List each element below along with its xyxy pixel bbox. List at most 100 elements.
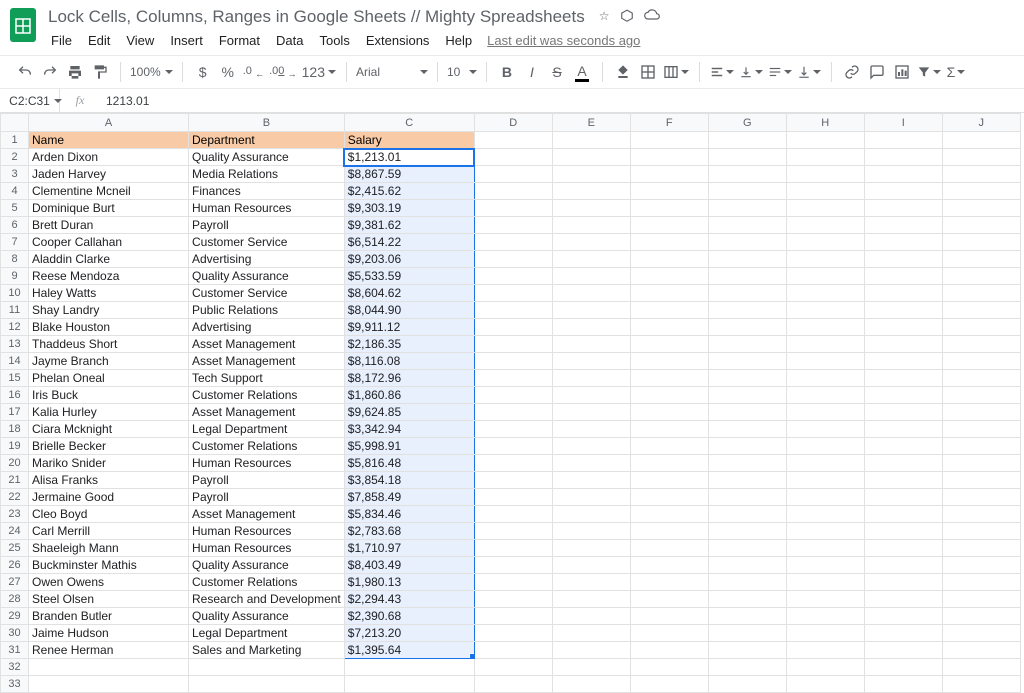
cell-D14[interactable] [474, 353, 552, 370]
cell-A29[interactable]: Branden Butler [29, 608, 189, 625]
cell-B31[interactable]: Sales and Marketing [189, 642, 345, 659]
cell-H13[interactable] [786, 336, 864, 353]
cell-F8[interactable] [630, 251, 708, 268]
cell-E21[interactable] [552, 472, 630, 489]
cell-H29[interactable] [786, 608, 864, 625]
cell-H5[interactable] [786, 200, 864, 217]
cell-I28[interactable] [864, 591, 942, 608]
cell-C21[interactable]: $3,854.18 [344, 472, 474, 489]
cell-B15[interactable]: Tech Support [189, 370, 345, 387]
increase-decimal-button[interactable]: .00 → [267, 60, 299, 84]
cell-D33[interactable] [474, 676, 552, 693]
formula-input[interactable]: 1213.01 [100, 94, 1024, 108]
cell-I10[interactable] [864, 285, 942, 302]
cell-H8[interactable] [786, 251, 864, 268]
cell-B29[interactable]: Quality Assurance [189, 608, 345, 625]
cell-D16[interactable] [474, 387, 552, 404]
row-header-10[interactable]: 10 [1, 285, 29, 302]
cell-F29[interactable] [630, 608, 708, 625]
cell-B33[interactable] [189, 676, 345, 693]
cell-C32[interactable] [344, 659, 474, 676]
cell-A9[interactable]: Reese Mendoza [29, 268, 189, 285]
borders-button[interactable] [636, 60, 660, 84]
row-header-6[interactable]: 6 [1, 217, 29, 234]
cell-B2[interactable]: Quality Assurance [189, 149, 345, 166]
cell-G29[interactable] [708, 608, 786, 625]
cell-B24[interactable]: Human Resources [189, 523, 345, 540]
cell-B16[interactable]: Customer Relations [189, 387, 345, 404]
cell-C31[interactable]: $1,395.64 [344, 642, 474, 659]
cell-D10[interactable] [474, 285, 552, 302]
spreadsheet-grid[interactable]: ABCDEFGHIJ1NameDepartmentSalary2Arden Di… [0, 113, 1024, 693]
cell-C8[interactable]: $9,203.06 [344, 251, 474, 268]
cell-E28[interactable] [552, 591, 630, 608]
cell-I19[interactable] [864, 438, 942, 455]
cell-F28[interactable] [630, 591, 708, 608]
cell-I30[interactable] [864, 625, 942, 642]
cell-D9[interactable] [474, 268, 552, 285]
horizontal-align-button[interactable] [708, 60, 736, 84]
cell-H22[interactable] [786, 489, 864, 506]
cell-B10[interactable]: Customer Service [189, 285, 345, 302]
cell-J2[interactable] [942, 149, 1020, 166]
cell-F33[interactable] [630, 676, 708, 693]
cell-A19[interactable]: Brielle Becker [29, 438, 189, 455]
cell-B11[interactable]: Public Relations [189, 302, 345, 319]
cell-J27[interactable] [942, 574, 1020, 591]
cell-A3[interactable]: Jaden Harvey [29, 166, 189, 183]
cell-J18[interactable] [942, 421, 1020, 438]
cell-J6[interactable] [942, 217, 1020, 234]
cell-D30[interactable] [474, 625, 552, 642]
cell-J29[interactable] [942, 608, 1020, 625]
cell-A13[interactable]: Thaddeus Short [29, 336, 189, 353]
text-rotation-button[interactable] [795, 60, 823, 84]
sheets-logo[interactable] [10, 8, 36, 42]
cell-C33[interactable] [344, 676, 474, 693]
cell-A12[interactable]: Blake Houston [29, 319, 189, 336]
cell-E15[interactable] [552, 370, 630, 387]
cell-G2[interactable] [708, 149, 786, 166]
cell-C12[interactable]: $9,911.12 [344, 319, 474, 336]
menu-format[interactable]: Format [212, 30, 267, 51]
cell-A27[interactable]: Owen Owens [29, 574, 189, 591]
cell-H26[interactable] [786, 557, 864, 574]
row-header-3[interactable]: 3 [1, 166, 29, 183]
cell-J17[interactable] [942, 404, 1020, 421]
cell-I32[interactable] [864, 659, 942, 676]
cell-G18[interactable] [708, 421, 786, 438]
cell-A28[interactable]: Steel Olsen [29, 591, 189, 608]
cell-E18[interactable] [552, 421, 630, 438]
cell-J25[interactable] [942, 540, 1020, 557]
cell-E25[interactable] [552, 540, 630, 557]
cell-G24[interactable] [708, 523, 786, 540]
cell-E23[interactable] [552, 506, 630, 523]
cell-J4[interactable] [942, 183, 1020, 200]
cell-H18[interactable] [786, 421, 864, 438]
row-header-5[interactable]: 5 [1, 200, 29, 217]
cell-B17[interactable]: Asset Management [189, 404, 345, 421]
cell-B22[interactable]: Payroll [189, 489, 345, 506]
cell-J21[interactable] [942, 472, 1020, 489]
cell-G12[interactable] [708, 319, 786, 336]
cell-A16[interactable]: Iris Buck [29, 387, 189, 404]
cell-C16[interactable]: $1,860.86 [344, 387, 474, 404]
star-icon[interactable]: ☆ [599, 9, 610, 26]
cell-D15[interactable] [474, 370, 552, 387]
cell-F30[interactable] [630, 625, 708, 642]
cell-C25[interactable]: $1,710.97 [344, 540, 474, 557]
cell-H11[interactable] [786, 302, 864, 319]
cell-C3[interactable]: $8,867.59 [344, 166, 474, 183]
redo-button[interactable] [38, 60, 62, 84]
cell-C14[interactable]: $8,116.08 [344, 353, 474, 370]
text-wrap-button[interactable] [766, 60, 794, 84]
cell-C6[interactable]: $9,381.62 [344, 217, 474, 234]
cell-B25[interactable]: Human Resources [189, 540, 345, 557]
cell-E26[interactable] [552, 557, 630, 574]
cell-F6[interactable] [630, 217, 708, 234]
cell-G26[interactable] [708, 557, 786, 574]
cell-G22[interactable] [708, 489, 786, 506]
cell-E33[interactable] [552, 676, 630, 693]
cell-F15[interactable] [630, 370, 708, 387]
cell-G27[interactable] [708, 574, 786, 591]
cell-H27[interactable] [786, 574, 864, 591]
